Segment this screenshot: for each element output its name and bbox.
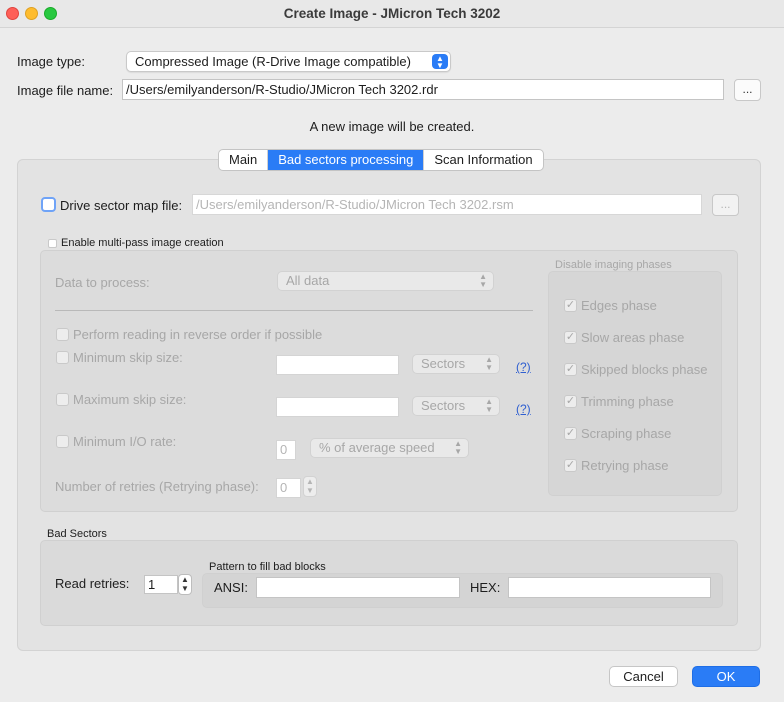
ansi-input[interactable] xyxy=(256,577,460,598)
scraping-phase-checkbox[interactable]: ✓ xyxy=(564,427,577,440)
chevron-updown-icon: ▲ ▼ xyxy=(454,439,462,456)
edges-phase-checkbox[interactable]: ✓ xyxy=(564,299,577,312)
chevron-updown-icon: ▲ ▼ xyxy=(485,397,493,414)
max-skip-label: Maximum skip size: xyxy=(73,392,187,407)
tab-main[interactable]: Main xyxy=(219,150,267,170)
data-to-process-value: All data xyxy=(286,273,330,288)
min-skip-input[interactable] xyxy=(276,355,399,375)
min-skip-unit-value: Sectors xyxy=(421,356,466,371)
min-io-unit-select[interactable]: % of average speed ▲ ▼ xyxy=(310,438,469,458)
data-to-process-label: Data to process: xyxy=(55,275,150,290)
max-skip-unit-select[interactable]: Sectors ▲ ▼ xyxy=(412,396,500,416)
title-bar: Create Image - JMicron Tech 3202 xyxy=(0,0,784,28)
chevron-updown-icon: ▲ ▼ xyxy=(479,272,487,289)
trimming-phase-checkbox[interactable]: ✓ xyxy=(564,395,577,408)
retries-label: Number of retries (Retrying phase): xyxy=(55,479,259,494)
status-message: A new image will be created. xyxy=(309,119,475,134)
chevron-updown-icon: ▲ ▼ xyxy=(485,355,493,372)
chevron-updown-icon: ▲ ▼ xyxy=(432,54,448,70)
window-title: Create Image - JMicron Tech 3202 xyxy=(283,6,501,21)
max-skip-input[interactable] xyxy=(276,397,399,417)
read-retries-stepper[interactable]: ▲ ▼ xyxy=(178,574,192,595)
min-skip-checkbox[interactable] xyxy=(56,351,69,364)
read-retries-input[interactable]: 1 xyxy=(144,575,178,594)
retrying-phase-label: Retrying phase xyxy=(581,458,669,473)
sector-map-checkbox[interactable] xyxy=(41,197,56,212)
pattern-title: Pattern to fill bad blocks xyxy=(209,561,326,573)
cancel-button[interactable]: Cancel xyxy=(609,666,678,687)
tab-bad-sectors-processing[interactable]: Bad sectors processing xyxy=(267,150,424,170)
slow-areas-phase-label: Slow areas phase xyxy=(581,330,685,345)
sector-map-label: Drive sector map file: xyxy=(60,198,183,213)
min-skip-help-link[interactable]: (?) xyxy=(516,360,531,374)
scraping-phase-label: Scraping phase xyxy=(581,426,672,441)
skipped-blocks-phase-checkbox[interactable]: ✓ xyxy=(564,363,577,376)
image-type-value: Compressed Image (R-Drive Image compatib… xyxy=(135,54,411,69)
bad-sectors-title: Bad Sectors xyxy=(47,528,107,540)
min-io-checkbox[interactable] xyxy=(56,435,69,448)
tab-bar: Main Bad sectors processing Scan Informa… xyxy=(218,149,544,171)
trimming-phase-label: Trimming phase xyxy=(581,394,674,409)
image-file-label: Image file name: xyxy=(17,83,114,98)
tab-scan-information[interactable]: Scan Information xyxy=(423,150,542,170)
phases-title: Disable imaging phases xyxy=(555,259,672,271)
min-io-label: Minimum I/O rate: xyxy=(73,434,177,449)
retries-stepper[interactable]: ▲ ▼ xyxy=(303,476,317,497)
max-skip-unit-value: Sectors xyxy=(421,398,466,413)
image-file-input[interactable]: /Users/emilyanderson/R-Studio/JMicron Te… xyxy=(122,79,724,100)
min-skip-label: Minimum skip size: xyxy=(73,350,183,365)
min-skip-unit-select[interactable]: Sectors ▲ ▼ xyxy=(412,354,500,374)
reverse-label: Perform reading in reverse order if poss… xyxy=(73,327,323,342)
image-type-label: Image type: xyxy=(17,54,85,69)
retrying-phase-checkbox[interactable]: ✓ xyxy=(564,459,577,472)
image-file-browse-button[interactable]: ... xyxy=(734,79,761,101)
ansi-label: ANSI: xyxy=(214,580,248,595)
min-io-input[interactable]: 0 xyxy=(276,440,296,460)
multipass-checkbox[interactable] xyxy=(48,239,57,248)
multipass-label: Enable multi-pass image creation xyxy=(61,237,224,249)
ok-button[interactable]: OK xyxy=(692,666,760,687)
image-type-select[interactable]: Compressed Image (R-Drive Image compatib… xyxy=(126,51,451,72)
hex-input[interactable] xyxy=(508,577,711,598)
slow-areas-phase-checkbox[interactable]: ✓ xyxy=(564,331,577,344)
sector-map-input[interactable]: /Users/emilyanderson/R-Studio/JMicron Te… xyxy=(192,194,702,215)
max-skip-help-link[interactable]: (?) xyxy=(516,402,531,416)
sector-map-browse-button[interactable]: ... xyxy=(712,194,739,216)
reverse-checkbox[interactable] xyxy=(56,328,69,341)
skipped-blocks-phase-label: Skipped blocks phase xyxy=(581,362,708,377)
divider xyxy=(55,310,533,311)
max-skip-checkbox[interactable] xyxy=(56,393,69,406)
edges-phase-label: Edges phase xyxy=(581,298,657,313)
min-io-unit-value: % of average speed xyxy=(319,440,435,455)
read-retries-label: Read retries: xyxy=(55,576,130,591)
data-to-process-select[interactable]: All data ▲ ▼ xyxy=(277,271,494,291)
hex-label: HEX: xyxy=(470,580,501,595)
retries-input[interactable]: 0 xyxy=(276,478,301,498)
